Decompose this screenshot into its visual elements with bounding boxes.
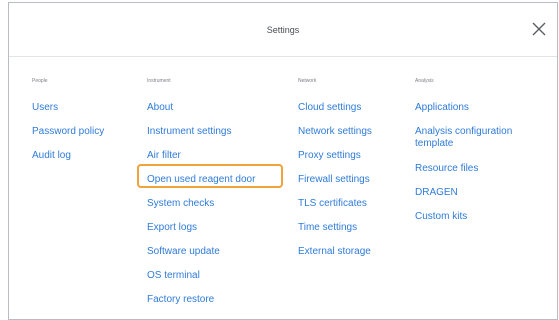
resource-files-link[interactable]: Resource files: [415, 163, 535, 175]
tls-certificates-link[interactable]: TLS certificates: [298, 198, 372, 210]
audit-log-link[interactable]: Audit log: [32, 150, 104, 162]
time-settings-link[interactable]: Time settings: [298, 222, 372, 234]
dragen-link[interactable]: DRAGEN: [415, 187, 535, 199]
factory-restore-link[interactable]: Factory restore: [147, 294, 255, 306]
settings-dialog: Settings People Users Password policy Au…: [8, 2, 558, 320]
software-update-link[interactable]: Software update: [147, 246, 255, 258]
people-heading: People: [32, 78, 48, 84]
users-link[interactable]: Users: [32, 102, 104, 114]
analysis-heading: Analysis: [415, 78, 434, 84]
about-link[interactable]: About: [147, 102, 255, 114]
instrument-column: Instrument About Instrument settings Air…: [147, 77, 255, 318]
dialog-title: Settings: [266, 25, 300, 35]
network-column: Network Cloud settings Network settings …: [298, 77, 372, 270]
header-divider: [9, 56, 557, 57]
os-terminal-link[interactable]: OS terminal: [147, 270, 255, 282]
air-filter-link[interactable]: Air filter: [147, 150, 255, 162]
cloud-settings-link[interactable]: Cloud settings: [298, 102, 372, 114]
applications-link[interactable]: Applications: [415, 102, 535, 114]
analysis-column: Analysis Applications Analysis configura…: [415, 77, 535, 235]
external-storage-link[interactable]: External storage: [298, 246, 372, 258]
people-column: People Users Password policy Audit log: [32, 77, 104, 174]
instrument-settings-link[interactable]: Instrument settings: [147, 126, 255, 138]
network-settings-link[interactable]: Network settings: [298, 126, 372, 138]
system-checks-link[interactable]: System checks: [147, 198, 255, 210]
custom-kits-link[interactable]: Custom kits: [415, 211, 535, 223]
export-logs-link[interactable]: Export logs: [147, 222, 255, 234]
password-policy-link[interactable]: Password policy: [32, 126, 104, 138]
firewall-settings-link[interactable]: Firewall settings: [298, 174, 372, 186]
close-icon[interactable]: [529, 19, 549, 39]
analysis-configuration-template-link[interactable]: Analysis configuration template: [415, 126, 535, 150]
open-used-reagent-door-link[interactable]: Open used reagent door: [147, 174, 255, 186]
instrument-heading: Instrument: [147, 78, 171, 84]
network-heading: Network: [298, 78, 317, 84]
proxy-settings-link[interactable]: Proxy settings: [298, 150, 372, 162]
